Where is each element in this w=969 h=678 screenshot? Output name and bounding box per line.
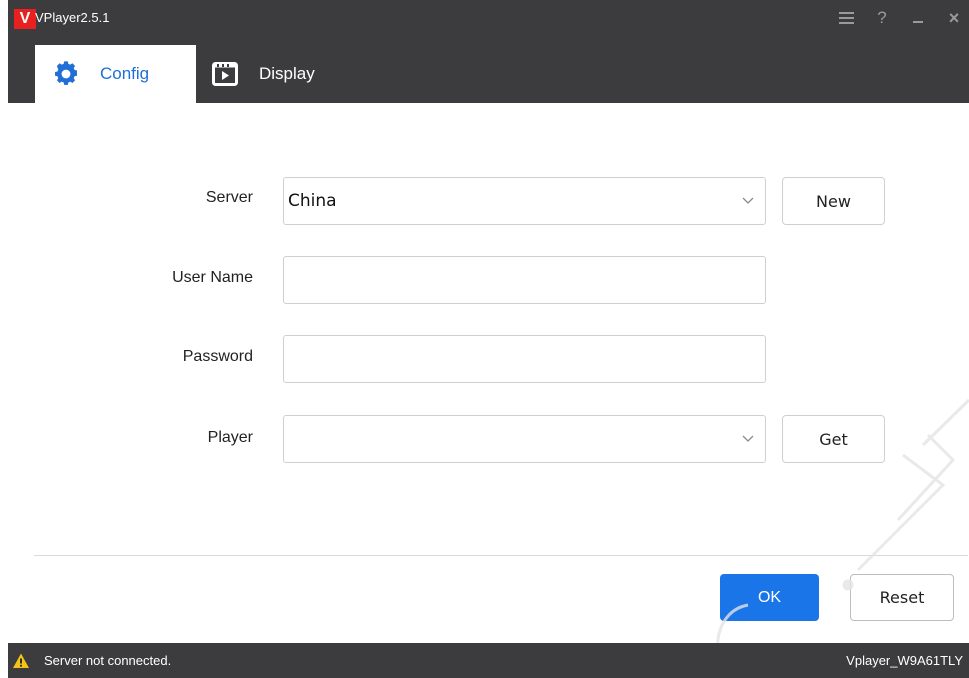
help-icon: ? xyxy=(877,8,887,27)
tab-config-label: Config xyxy=(100,64,150,83)
warning-icon xyxy=(13,653,29,668)
tab-config[interactable]: Config xyxy=(35,45,196,103)
tab-bar: Config Display xyxy=(35,45,331,103)
new-server-button[interactable]: New xyxy=(782,177,885,225)
reset-button[interactable]: Reset xyxy=(850,574,954,621)
chevron-down-icon xyxy=(731,435,765,443)
close-button[interactable]: × xyxy=(939,2,969,34)
player-label: Player xyxy=(207,429,253,446)
player-select[interactable] xyxy=(283,415,766,463)
chevron-down-icon xyxy=(731,197,765,205)
device-name: Vplayer_W9A61TLY xyxy=(846,653,963,668)
minimize-button[interactable] xyxy=(903,2,933,34)
display-icon xyxy=(210,59,240,89)
ok-button[interactable]: OK xyxy=(720,574,819,621)
get-player-button[interactable]: Get xyxy=(782,415,885,463)
help-button[interactable]: ? xyxy=(867,2,897,34)
server-value: China xyxy=(288,191,337,211)
username-input[interactable] xyxy=(283,256,766,304)
app-window: V VPlayer2.5.1 ? × Config Display Server… xyxy=(8,0,969,678)
menu-button[interactable] xyxy=(831,2,861,34)
server-select[interactable]: China xyxy=(283,177,766,225)
divider xyxy=(34,555,968,556)
app-title: VPlayer2.5.1 xyxy=(35,10,110,25)
title-bar: V VPlayer2.5.1 ? × Config Display xyxy=(8,0,969,103)
server-label: Server xyxy=(205,189,253,206)
password-label: Password xyxy=(182,348,253,365)
window-controls: ? × xyxy=(825,2,969,34)
username-label: User Name xyxy=(172,269,253,286)
status-bar: Server not connected. Vplayer_W9A61TLY xyxy=(8,643,969,678)
app-logo: V xyxy=(14,9,36,29)
close-icon: × xyxy=(948,7,960,28)
password-input[interactable] xyxy=(283,335,766,383)
config-form: Server China New User Name Password Play… xyxy=(8,103,969,643)
tab-display-label: Display xyxy=(259,64,315,83)
tab-display[interactable]: Display xyxy=(196,45,331,103)
minimize-icon xyxy=(913,21,923,23)
status-left: Server not connected. xyxy=(8,652,171,670)
gear-icon xyxy=(51,59,81,89)
status-message: Server not connected. xyxy=(44,653,172,668)
menu-icon xyxy=(838,12,854,24)
